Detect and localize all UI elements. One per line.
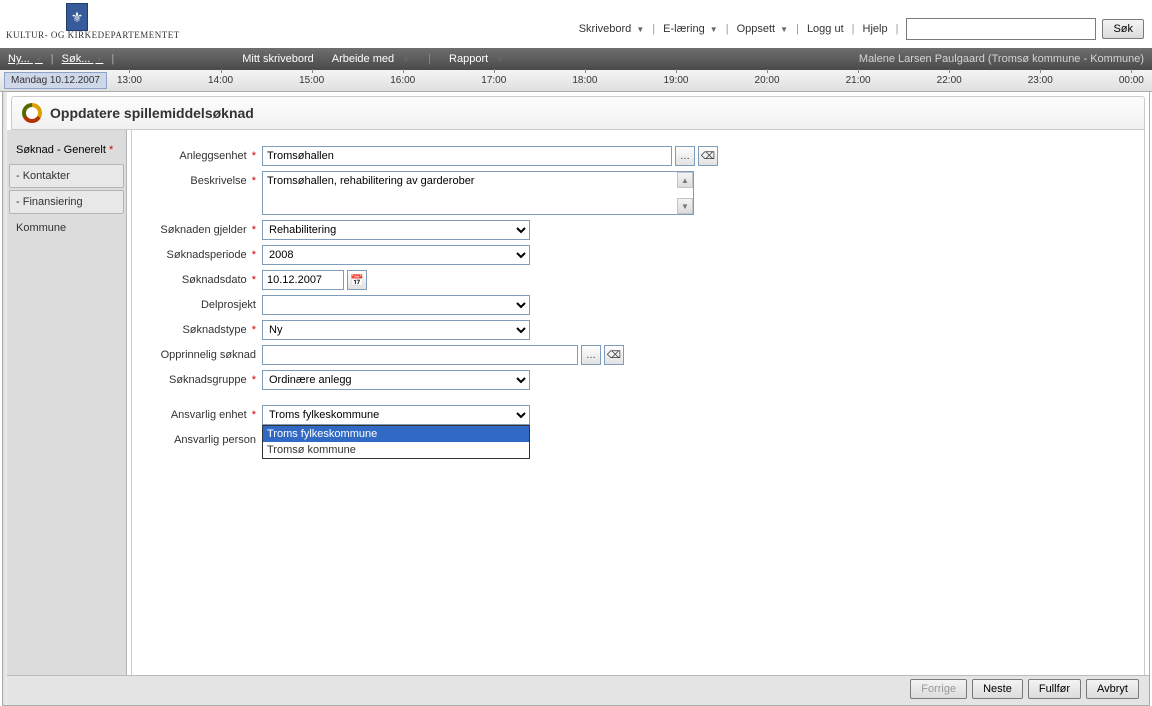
toolbar-ny[interactable]: Ny... ▼ bbox=[8, 53, 43, 65]
label-dato: Søknadsdato * bbox=[152, 270, 262, 286]
tab-kontakter[interactable]: - Kontakter bbox=[9, 164, 124, 188]
select-gjelder[interactable]: Rehabilitering bbox=[262, 220, 530, 240]
label-gjelder: Søknaden gjelder * bbox=[152, 220, 262, 236]
timeline-date[interactable]: Mandag 10.12.2007 bbox=[4, 72, 107, 89]
dark-toolbar: Ny... ▼ | Søk... ▼ | Mitt skrivebord Arb… bbox=[0, 48, 1152, 70]
input-anleggsenhet[interactable] bbox=[262, 146, 672, 166]
input-opprinnelig[interactable] bbox=[262, 345, 578, 365]
top-menu: Skrivebord ▼| E-læring ▼| Oppsett ▼| Log… bbox=[577, 21, 901, 37]
chevron-down-icon: ▼ bbox=[636, 25, 644, 34]
menu-loggut[interactable]: Logg ut bbox=[805, 21, 846, 37]
lookup-button[interactable]: … bbox=[675, 146, 695, 166]
toolbar-arbeide-med[interactable]: Arbeide med ▼ bbox=[332, 53, 410, 65]
wizard-buttons: Forrige Neste Fullfør Avbryt bbox=[910, 679, 1139, 699]
label-delprosjekt: Delprosjekt bbox=[152, 295, 262, 311]
content: Oppdatere spillemiddelsøknad Søknad - Ge… bbox=[7, 92, 1149, 705]
button-avbryt[interactable]: Avbryt bbox=[1086, 679, 1139, 699]
label-person: Ansvarlig person bbox=[152, 430, 262, 446]
label-type: Søknadstype * bbox=[152, 320, 262, 336]
dropdown-list-enhet[interactable]: Troms fylkeskommune Tromsø kommune bbox=[262, 425, 530, 459]
timeline-hours: 13:00 14:00 15:00 16:00 17:00 18:00 19:0… bbox=[117, 75, 1152, 86]
side-panel: Søknad - Generelt * - Kontakter - Finans… bbox=[7, 130, 127, 705]
label-beskrivelse: Beskrivelse * bbox=[152, 171, 262, 187]
select-delprosjekt[interactable] bbox=[262, 295, 530, 315]
toolbar-mitt-skrivebord[interactable]: Mitt skrivebord bbox=[242, 53, 314, 65]
department-name: Kultur- og Kirkedepartementet bbox=[6, 30, 180, 42]
button-neste[interactable]: Neste bbox=[972, 679, 1023, 699]
toolbar-sok[interactable]: Søk... ▼ bbox=[62, 53, 104, 65]
scroll-up-icon[interactable]: ▲ bbox=[677, 172, 693, 188]
input-beskrivelse[interactable] bbox=[262, 171, 694, 215]
input-dato[interactable] bbox=[262, 270, 344, 290]
menu-hjelp[interactable]: Hjelp bbox=[861, 21, 890, 37]
tab-finansiering[interactable]: - Finansiering bbox=[9, 190, 124, 214]
user-context: Malene Larsen Paulgaard (Tromsø kommune … bbox=[859, 53, 1144, 65]
tab-soknad-generelt[interactable]: Søknad - Generelt * bbox=[9, 138, 124, 162]
label-opprinnelig: Opprinnelig søknad bbox=[152, 345, 262, 361]
dropdown-option[interactable]: Tromsø kommune bbox=[263, 442, 529, 458]
select-periode[interactable]: 2008 bbox=[262, 245, 530, 265]
search-input[interactable] bbox=[906, 18, 1096, 40]
label-gruppe: Søknadsgruppe * bbox=[152, 370, 262, 386]
clear-button-opprinnelig[interactable]: ⌫ bbox=[604, 345, 624, 365]
top-header: ⚜ Kultur- og Kirkedepartementet Skrivebo… bbox=[0, 0, 1152, 48]
main-area: Oppdatere spillemiddelsøknad Søknad - Ge… bbox=[2, 92, 1150, 706]
menu-skrivebord[interactable]: Skrivebord ▼ bbox=[577, 21, 647, 37]
dropdown-option[interactable]: Troms fylkeskommune bbox=[263, 426, 529, 442]
lookup-button-opprinnelig[interactable]: … bbox=[581, 345, 601, 365]
textarea-scrollbar[interactable]: ▲▼ bbox=[677, 172, 693, 214]
form-area: Anleggsenhet * … ⌫ Beskrivelse * ▲▼ bbox=[131, 130, 1145, 701]
scroll-down-icon[interactable]: ▼ bbox=[677, 198, 693, 214]
toolbar-rapport[interactable]: Rapport ▼ bbox=[449, 53, 504, 65]
page-title: Oppdatere spillemiddelsøknad bbox=[50, 105, 254, 121]
search-button[interactable]: Søk bbox=[1102, 19, 1144, 39]
menu-elaering[interactable]: E-læring ▼ bbox=[661, 21, 720, 37]
button-fullfor[interactable]: Fullfør bbox=[1028, 679, 1081, 699]
top-right-controls: Skrivebord ▼| E-læring ▼| Oppsett ▼| Log… bbox=[577, 6, 1144, 40]
select-gruppe[interactable]: Ordinære anlegg bbox=[262, 370, 530, 390]
menu-oppsett[interactable]: Oppsett ▼ bbox=[735, 21, 791, 37]
coat-of-arms-icon: ⚜ bbox=[66, 3, 88, 31]
chevron-down-icon: ▼ bbox=[780, 25, 788, 34]
select-ansvarlig-enhet[interactable]: Troms fylkeskommune bbox=[262, 405, 530, 425]
button-forrige[interactable]: Forrige bbox=[910, 679, 967, 699]
label-enhet: Ansvarlig enhet * bbox=[152, 405, 262, 421]
calendar-icon[interactable]: 📅 bbox=[347, 270, 367, 290]
logo-block: ⚜ Kultur- og Kirkedepartementet bbox=[8, 6, 88, 31]
label-anleggsenhet: Anleggsenhet * bbox=[152, 146, 262, 162]
app-logo-icon bbox=[22, 103, 42, 123]
clear-button[interactable]: ⌫ bbox=[698, 146, 718, 166]
label-periode: Søknadsperiode * bbox=[152, 245, 262, 261]
footer-strip: Forrige Neste Fullfør Avbryt bbox=[7, 675, 1149, 705]
chevron-down-icon: ▼ bbox=[710, 25, 718, 34]
tab-kommune[interactable]: Kommune bbox=[9, 216, 124, 240]
timeline-bar: Mandag 10.12.2007 13:00 14:00 15:00 16:0… bbox=[0, 70, 1152, 92]
select-type[interactable]: Ny bbox=[262, 320, 530, 340]
page-header: Oppdatere spillemiddelsøknad bbox=[11, 96, 1145, 130]
